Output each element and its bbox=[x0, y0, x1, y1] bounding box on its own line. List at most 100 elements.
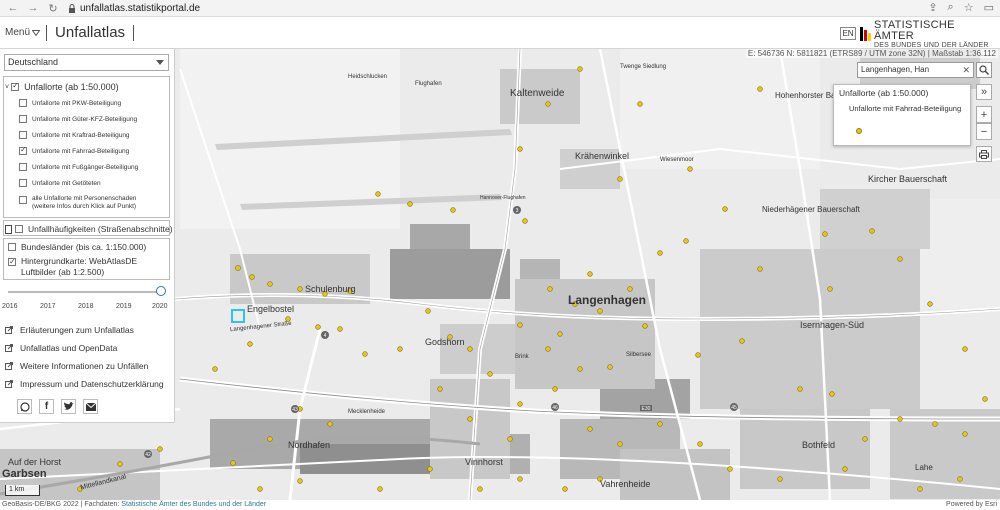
app-title: Unfallatlas bbox=[55, 24, 126, 41]
layer-checkbox[interactable] bbox=[19, 131, 27, 139]
statistische-aemter-logo[interactable]: STATISTISCHE ÄMTER DES BUNDES UND DER LÄ… bbox=[860, 19, 996, 49]
layer-item[interactable]: alle Unfallorte mit Personenschaden (wei… bbox=[19, 195, 136, 211]
bundeslaender-toggle[interactable]: Bundesländer (bis ca. 1:150.000) bbox=[8, 242, 146, 252]
region-select[interactable]: Deutschland bbox=[4, 54, 169, 71]
place-label: Bothfeld bbox=[802, 440, 836, 450]
layer-item[interactable]: Unfallorte mit PKW-Beteiligung bbox=[19, 99, 121, 107]
place-label: Nordhafen bbox=[288, 440, 331, 450]
address-bar[interactable]: unfallatlas.statistikportal.de bbox=[68, 2, 200, 15]
year-tick: 2018 bbox=[78, 303, 94, 310]
logo-line2: DES BUNDES UND DER LÄNDER bbox=[874, 41, 989, 49]
language-button[interactable]: EN bbox=[840, 27, 856, 40]
place-label: Twenge Siedlung bbox=[620, 64, 667, 70]
layer-checkbox[interactable] bbox=[19, 99, 27, 107]
unfallorte-toggle[interactable]: ˅ Unfallorte (ab 1:50.000) bbox=[5, 81, 119, 92]
hintergrund-checkbox[interactable] bbox=[8, 256, 16, 267]
link-label: Impressum und Datenschutzerklärung bbox=[20, 379, 164, 389]
esri-credit[interactable]: Powered by Esri bbox=[946, 500, 997, 510]
twitter-icon bbox=[63, 402, 74, 411]
attribution-link[interactable]: Statistische Ämter des Bundes und der Lä… bbox=[121, 501, 266, 508]
lock-icon bbox=[69, 3, 75, 13]
link-erlaeuterungen[interactable]: Erläuterungen zum Unfallatlas bbox=[5, 325, 134, 335]
selected-accident-marker[interactable] bbox=[231, 309, 245, 323]
place-label: Brink bbox=[515, 354, 529, 360]
legend-title: Unfallorte (ab 1:50.000) bbox=[839, 88, 929, 98]
plus-icon: + bbox=[980, 108, 988, 121]
layer-item[interactable]: Unfallorte mit Güter-KFZ-Beteiligung bbox=[19, 115, 137, 123]
layer-checkbox[interactable] bbox=[19, 115, 27, 123]
unfallorte-group: ˅ Unfallorte (ab 1:50.000) Unfallorte mi… bbox=[3, 76, 170, 218]
place-label: Wiesenmoor bbox=[660, 157, 694, 163]
triangle-down-icon bbox=[32, 29, 41, 36]
facebook-icon: f bbox=[44, 401, 49, 412]
svg-text:43: 43 bbox=[292, 407, 298, 413]
print-button[interactable] bbox=[976, 146, 992, 162]
twitter-share-button[interactable] bbox=[61, 399, 76, 414]
layer-panel: Deutschland ˅ Unfallorte (ab 1:50.000) U… bbox=[0, 49, 175, 423]
place-label: Engelbostel bbox=[247, 304, 295, 314]
svg-text:42: 42 bbox=[145, 452, 151, 458]
share-page-icon[interactable]: ⇪ bbox=[928, 1, 937, 14]
link-label: Weitere Informationen zu Unfällen bbox=[20, 361, 149, 371]
svg-text:46: 46 bbox=[552, 405, 558, 411]
slider-handle[interactable] bbox=[156, 286, 166, 296]
legend-entry: Unfallorte mit Fahrrad-Beteiligung bbox=[849, 104, 962, 113]
extensions-icon[interactable]: ▭ bbox=[984, 1, 994, 14]
chevron-down-icon bbox=[156, 60, 164, 65]
link-weitere-infos[interactable]: Weitere Informationen zu Unfällen bbox=[5, 361, 148, 371]
clear-search-icon[interactable]: ✕ bbox=[962, 63, 970, 77]
place-label: Kircher Bauerschaft bbox=[868, 174, 948, 184]
layer-item[interactable]: Unfallorte mit Getöteten bbox=[19, 179, 101, 187]
place-label: Silbersee bbox=[626, 352, 652, 358]
facebook-share-button[interactable]: f bbox=[39, 399, 54, 414]
layer-item[interactable]: Unfallorte mit Fahrrad-Beteiligung bbox=[19, 145, 129, 155]
slider-track[interactable] bbox=[8, 291, 161, 293]
unfallorte-checkbox[interactable] bbox=[11, 81, 20, 91]
bookmark-star-icon[interactable]: ☆ bbox=[964, 1, 974, 14]
search-button[interactable] bbox=[976, 62, 992, 78]
year-slider[interactable]: 2016 2017 2018 2019 2020 bbox=[2, 283, 168, 313]
place-label: Schulenburg bbox=[305, 284, 356, 294]
search-icon bbox=[979, 65, 989, 75]
haeufigkeiten-toggle[interactable]: Unfallhäufigkeiten (Straßenabschnitte) bbox=[5, 224, 173, 234]
forward-icon[interactable]: → bbox=[26, 1, 40, 15]
place-label: Kaltenweide bbox=[510, 88, 565, 99]
expand-box-icon[interactable] bbox=[5, 224, 12, 234]
url-text: unfallatlas.statistikportal.de bbox=[80, 2, 201, 14]
logo-line1: STATISTISCHE ÄMTER bbox=[874, 18, 955, 42]
coordinate-readout: E: 546736 N: 5811821 (ETRS89 / UTM zone … bbox=[745, 49, 998, 58]
place-label: Lahe bbox=[915, 463, 933, 472]
layer-label: Unfallorte mit Getöteten bbox=[32, 179, 101, 187]
layer-checkbox[interactable] bbox=[19, 145, 27, 155]
place-label: Isernhagen-Süd bbox=[800, 320, 865, 330]
place-label: Mecklenheide bbox=[348, 409, 386, 415]
expand-panel-button[interactable]: » bbox=[976, 84, 992, 100]
zoom-icon[interactable]: ⌕ bbox=[948, 1, 954, 14]
layer-item[interactable]: Unfallorte mit Fußgänger-Beteiligung bbox=[19, 163, 138, 171]
layer-checkbox[interactable] bbox=[19, 163, 27, 171]
layer-checkbox[interactable] bbox=[19, 179, 27, 187]
whatsapp-share-button[interactable] bbox=[17, 399, 32, 414]
layer-label: Unfallorte mit Fußgänger-Beteiligung bbox=[32, 163, 139, 171]
collapse-chevron-icon[interactable]: ˅ bbox=[5, 84, 9, 91]
zoom-in-button[interactable]: + bbox=[976, 106, 992, 123]
link-label: Erläuterungen zum Unfallatlas bbox=[20, 325, 134, 335]
luftbilder-label: Luftbilder (ab 1:2.500) bbox=[21, 267, 105, 277]
hintergrund-toggle[interactable]: Hintergrundkarte: WebAtlasDE Luftbilder … bbox=[8, 256, 137, 278]
bundeslaender-checkbox[interactable] bbox=[8, 243, 16, 251]
basemap-group: Bundesländer (bis ca. 1:150.000) Hinterg… bbox=[3, 238, 170, 280]
place-label: Flughafen bbox=[415, 81, 442, 87]
zoom-out-button[interactable]: − bbox=[976, 123, 992, 140]
layer-label-note: (weitere Infos durch Klick auf Punkt) bbox=[32, 203, 137, 210]
menu-button[interactable]: Menü bbox=[5, 27, 41, 38]
reload-icon[interactable]: ↻ bbox=[46, 1, 60, 15]
layer-checkbox[interactable] bbox=[19, 196, 27, 204]
region-select-value: Deutschland bbox=[8, 57, 59, 67]
link-impressum[interactable]: Impressum und Datenschutzerklärung bbox=[5, 379, 164, 389]
email-share-button[interactable] bbox=[83, 399, 98, 414]
link-opendata[interactable]: Unfallatlas und OpenData bbox=[5, 343, 117, 353]
haeufigkeiten-checkbox[interactable] bbox=[15, 225, 23, 233]
layer-item[interactable]: Unfallorte mit Kraftrad-Beteiligung bbox=[19, 131, 130, 139]
back-icon[interactable]: ← bbox=[6, 1, 20, 15]
search-input[interactable]: Langenhagen, Han ✕ bbox=[857, 62, 974, 78]
